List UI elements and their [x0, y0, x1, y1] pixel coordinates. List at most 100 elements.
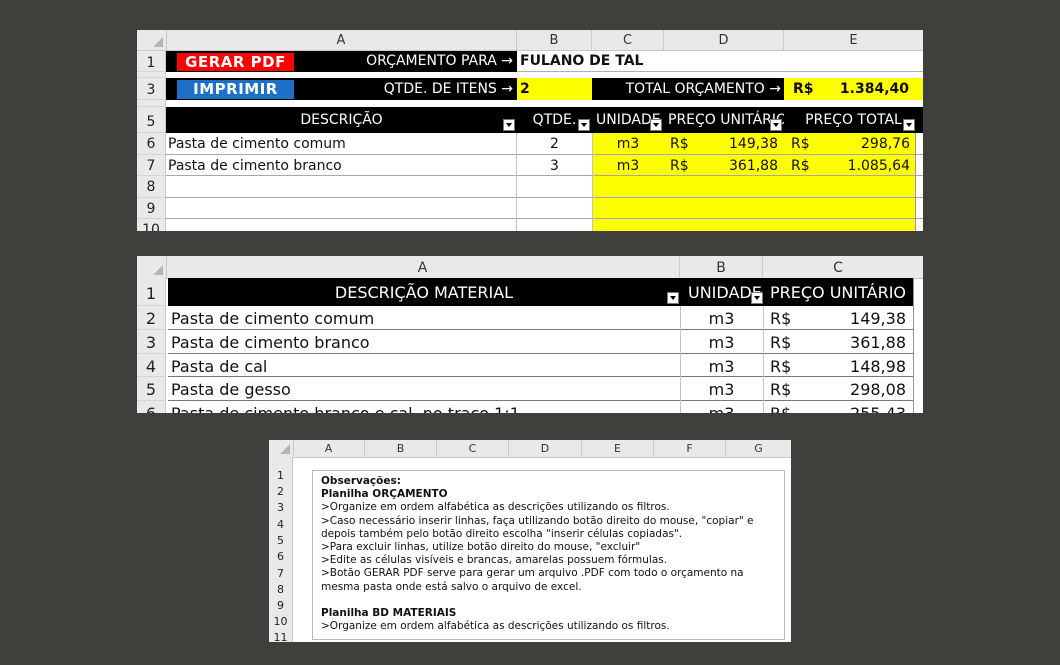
material-preco[interactable]: 255,43 — [798, 401, 906, 413]
row-header[interactable]: 9 — [269, 598, 293, 614]
row-header[interactable]: 3 — [137, 78, 166, 100]
notes-line: >Caso necessário inserir linhas, faça ut… — [321, 514, 754, 527]
column-header-b[interactable]: B — [365, 440, 437, 457]
row-header[interactable]: 4 — [269, 516, 293, 533]
item-currency: R$ — [791, 136, 810, 152]
item-descricao[interactable]: Pasta de cimento branco — [168, 155, 515, 176]
row-header[interactable]: 2 — [137, 306, 166, 330]
row-header[interactable]: 4 — [137, 354, 166, 377]
item-qtde[interactable]: 2 — [517, 133, 592, 155]
material-unidade[interactable]: m3 — [680, 330, 763, 354]
column-header-e[interactable]: E — [784, 30, 923, 50]
material-preco[interactable]: 148,98 — [798, 354, 906, 377]
grid-line — [166, 197, 923, 198]
filter-dropdown-icon[interactable] — [503, 119, 515, 131]
column-header-d[interactable]: D — [664, 30, 784, 50]
material-unidade[interactable]: m3 — [680, 401, 763, 413]
grid-line — [166, 218, 923, 219]
select-all-corner[interactable] — [137, 256, 167, 278]
item-qtde[interactable]: 3 — [517, 155, 592, 176]
row-header[interactable]: 3 — [269, 500, 293, 516]
row-header[interactable]: 7 — [137, 155, 166, 176]
material-descricao[interactable]: Pasta de cimento branco e cal, no traço … — [171, 401, 679, 413]
column-header-d[interactable]: D — [509, 440, 582, 457]
material-preco[interactable]: 298,08 — [798, 377, 906, 401]
column-header-b[interactable]: B — [680, 256, 763, 278]
row-header[interactable]: 3 — [137, 330, 166, 354]
item-currency: R$ — [670, 158, 689, 174]
header-descricao: DESCRIÇÃO — [300, 112, 383, 128]
notes-line: depois também pelo botão direito escolha… — [321, 527, 683, 540]
grid-line — [915, 133, 916, 231]
row-header[interactable]: 1 — [269, 468, 293, 484]
row-header[interactable]: 5 — [137, 107, 166, 133]
material-descricao[interactable]: Pasta de cimento comum — [171, 306, 679, 330]
grid-line — [168, 400, 913, 401]
row-header[interactable]: 5 — [269, 533, 293, 549]
material-unidade[interactable]: m3 — [680, 354, 763, 377]
grid-line — [168, 353, 913, 354]
grid-line — [516, 133, 517, 231]
cliente-field[interactable]: FULANO DE TAL — [517, 51, 923, 72]
orcamento-sheet: A B C D E 1 3 5 6 7 8 9 10 GERAR PDF ORÇ… — [137, 30, 923, 231]
column-header-b[interactable]: B — [517, 30, 592, 50]
column-header-a[interactable]: A — [166, 256, 680, 278]
notes-line: mesma pasta onde está salvo o arquivo de… — [321, 580, 582, 593]
material-preco[interactable]: 361,88 — [798, 330, 906, 354]
grid-line — [166, 175, 923, 176]
gerar-pdf-button[interactable]: GERAR PDF — [177, 53, 294, 71]
filter-dropdown-icon[interactable] — [667, 292, 679, 304]
row-header[interactable]: 10 — [137, 219, 166, 231]
column-header-c[interactable]: C — [763, 256, 913, 278]
filter-dropdown-icon[interactable] — [770, 119, 782, 131]
row-header[interactable]: 1 — [137, 278, 166, 306]
row-header[interactable]: 2 — [269, 484, 293, 500]
column-header-a[interactable]: A — [293, 440, 365, 457]
row-header[interactable]: 6 — [137, 133, 166, 155]
select-all-corner[interactable] — [269, 440, 294, 457]
filter-dropdown-icon[interactable] — [903, 119, 915, 131]
imprimir-button[interactable]: IMPRIMIR — [177, 80, 294, 99]
column-header-c[interactable]: C — [592, 30, 664, 50]
row-header[interactable]: 7 — [269, 565, 293, 582]
row-header[interactable]: 1 — [137, 51, 166, 72]
notes-title: Observações: — [321, 475, 401, 487]
item-preco-total: 1.085,64 — [847, 158, 910, 174]
material-unidade[interactable]: m3 — [680, 377, 763, 401]
qtde-itens-label: QTDE. DE ITENS → — [383, 81, 513, 97]
observacoes-textbox[interactable]: Observações: Planilha ORÇAMENTO >Organiz… — [312, 470, 785, 640]
orcamento-para-label: ORÇAMENTO PARA → — [366, 53, 513, 69]
material-unidade[interactable]: m3 — [680, 306, 763, 330]
row-header[interactable]: 5 — [137, 377, 166, 401]
material-descricao[interactable]: Pasta de cal — [171, 354, 679, 377]
filter-dropdown-icon[interactable] — [650, 119, 662, 131]
item-descricao[interactable]: Pasta de cimento comum — [168, 133, 515, 155]
row-header[interactable]: 8 — [269, 582, 293, 598]
select-all-corner[interactable] — [137, 30, 167, 50]
item-currency: R$ — [670, 136, 689, 152]
notes-section-materiais: Planilha BD MATERIAIS — [321, 606, 457, 619]
material-preco[interactable]: 149,38 — [798, 306, 906, 330]
filter-dropdown-icon[interactable] — [751, 292, 763, 304]
qtde-itens-value: 2 — [517, 78, 592, 100]
column-header-g[interactable]: G — [726, 440, 791, 457]
column-header-a[interactable]: A — [166, 30, 517, 50]
column-header-f[interactable]: F — [654, 440, 726, 457]
column-header-c[interactable]: C — [437, 440, 509, 457]
row-header[interactable]: 9 — [137, 198, 166, 219]
row-header[interactable]: 10 — [269, 614, 293, 630]
notes-section-orcamento: Planilha ORÇAMENTO — [321, 488, 448, 501]
item-preco-unitario: 361,88 — [729, 158, 778, 174]
material-descricao[interactable]: Pasta de gesso — [171, 377, 679, 401]
grid-line — [763, 306, 764, 413]
row-header[interactable]: 6 — [137, 401, 166, 413]
item-preco-unitario: 149,38 — [729, 136, 778, 152]
row-header-spacer — [269, 457, 293, 468]
material-descricao[interactable]: Pasta de cimento branco — [171, 330, 679, 354]
column-header-e[interactable]: E — [582, 440, 654, 457]
observacoes-sheet: A B C D E F G 1 2 3 4 5 6 7 8 9 10 11 Ob… — [269, 440, 791, 642]
row-header[interactable]: 11 — [269, 630, 293, 642]
filter-dropdown-icon[interactable] — [578, 119, 590, 131]
row-header[interactable]: 8 — [137, 176, 166, 198]
row-header[interactable]: 6 — [269, 549, 293, 565]
